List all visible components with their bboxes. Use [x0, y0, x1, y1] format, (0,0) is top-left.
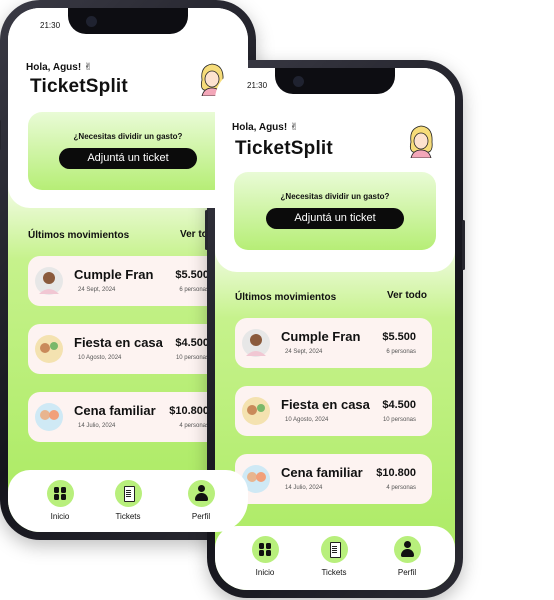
item-amount: $4.500 [382, 399, 416, 411]
item-people: 6 personas [386, 349, 416, 355]
list-item[interactable]: Cena familiar 14 Julio, 2024 $10.800 4 p… [28, 392, 225, 442]
item-name: Fiesta en casa [74, 335, 163, 350]
event-illustration [35, 403, 63, 431]
list-item[interactable]: Fiesta en casa 10 Agosto, 2024 $4.500 10… [28, 324, 225, 374]
item-amount: $5.500 [382, 331, 416, 343]
item-people: 10 personas [382, 417, 416, 423]
item-amount: $10.800 [376, 467, 416, 479]
header-card: Hola, Agus! ✌ TicketSplit ¿Necesitas div… [215, 68, 455, 272]
cta-panel: ¿Necesitas dividir un gasto? Adjuntá un … [234, 172, 436, 250]
tab-inicio[interactable]: Inicio [35, 480, 85, 521]
user-icon [194, 485, 208, 502]
item-people: 4 personas [179, 423, 209, 429]
tab-tickets[interactable]: Tickets [309, 536, 359, 577]
status-time: 21:30 [40, 21, 61, 30]
item-amount: $10.800 [169, 405, 209, 417]
tab-label: Perfil [397, 568, 417, 577]
item-date: 14 Julio, 2024 [285, 485, 323, 491]
header-card: Hola, Agus! ✌ TicketSplit ¿Necesitas div… [8, 8, 248, 208]
status-time: 21:30 [247, 81, 268, 90]
attach-ticket-button[interactable]: Adjuntá un ticket [59, 148, 197, 169]
grid-icon [258, 543, 272, 556]
tab-inicio[interactable]: Inicio [240, 536, 290, 577]
item-name: Fiesta en casa [281, 397, 370, 412]
tab-bar: Inicio Tickets Perfil [215, 526, 455, 590]
cta-question: ¿Necesitas dividir un gasto? [280, 192, 390, 201]
user-icon [400, 541, 414, 558]
user-avatar[interactable] [405, 122, 437, 158]
notch [68, 8, 188, 34]
list-item[interactable]: Fiesta en casa 10 Agosto, 2024 $4.500 10… [235, 386, 432, 436]
app-title: TicketSplit [30, 76, 128, 97]
section-title: Últimos movimientos [235, 292, 337, 303]
grid-icon [53, 487, 67, 500]
tab-bar: Inicio Tickets Perfil [8, 470, 248, 532]
cta-question: ¿Necesitas dividir un gasto? [73, 132, 183, 141]
event-illustration [242, 397, 270, 425]
see-all-link[interactable]: Ver todo [387, 290, 427, 301]
tab-tickets[interactable]: Tickets [103, 480, 153, 521]
item-date: 10 Agosto, 2024 [78, 355, 122, 361]
item-people: 10 personas [175, 355, 209, 361]
cta-panel: ¿Necesitas dividir un gasto? Adjuntá un … [28, 112, 228, 190]
event-illustration [35, 267, 63, 295]
list-item[interactable]: Cena familiar 14 Julio, 2024 $10.800 4 p… [235, 454, 432, 504]
section-title: Últimos movimientos [28, 230, 130, 241]
greeting: Hola, Agus! ✌ [26, 62, 93, 73]
event-illustration [35, 335, 63, 363]
item-name: Cumple Fran [281, 329, 361, 344]
item-people: 6 personas [179, 287, 209, 293]
item-date: 10 Agosto, 2024 [285, 417, 329, 423]
tab-label: Tickets [115, 512, 141, 521]
item-date: 24 Sept, 2024 [78, 287, 116, 293]
item-name: Cena familiar [281, 465, 363, 480]
item-name: Cumple Fran [74, 267, 154, 282]
list-item[interactable]: Cumple Fran 24 Sept, 2024 $5.500 6 perso… [28, 256, 225, 306]
greeting: Hola, Agus! ✌ [232, 122, 299, 133]
tab-perfil[interactable]: Perfil [176, 480, 226, 521]
item-amount: $5.500 [175, 269, 209, 281]
item-amount: $4.500 [175, 337, 209, 349]
app-title: TicketSplit [235, 138, 333, 159]
item-people: 4 personas [386, 485, 416, 491]
attach-ticket-button[interactable]: Adjuntá un ticket [266, 208, 404, 229]
document-icon [329, 542, 341, 558]
item-date: 24 Sept, 2024 [285, 349, 323, 355]
tab-label: Inicio [50, 512, 70, 521]
tab-perfil[interactable]: Perfil [382, 536, 432, 577]
event-illustration [242, 329, 270, 357]
notch [275, 68, 395, 94]
tab-label: Perfil [191, 512, 211, 521]
list-item[interactable]: Cumple Fran 24 Sept, 2024 $5.500 6 perso… [235, 318, 432, 368]
item-name: Cena familiar [74, 403, 156, 418]
tab-label: Inicio [255, 568, 275, 577]
tab-label: Tickets [321, 568, 347, 577]
document-icon [123, 486, 135, 502]
item-date: 14 Julio, 2024 [78, 423, 116, 429]
front-phone-screen: 21:30 Hola, Agus! ✌ TicketSplit ¿Necesit… [215, 68, 455, 590]
